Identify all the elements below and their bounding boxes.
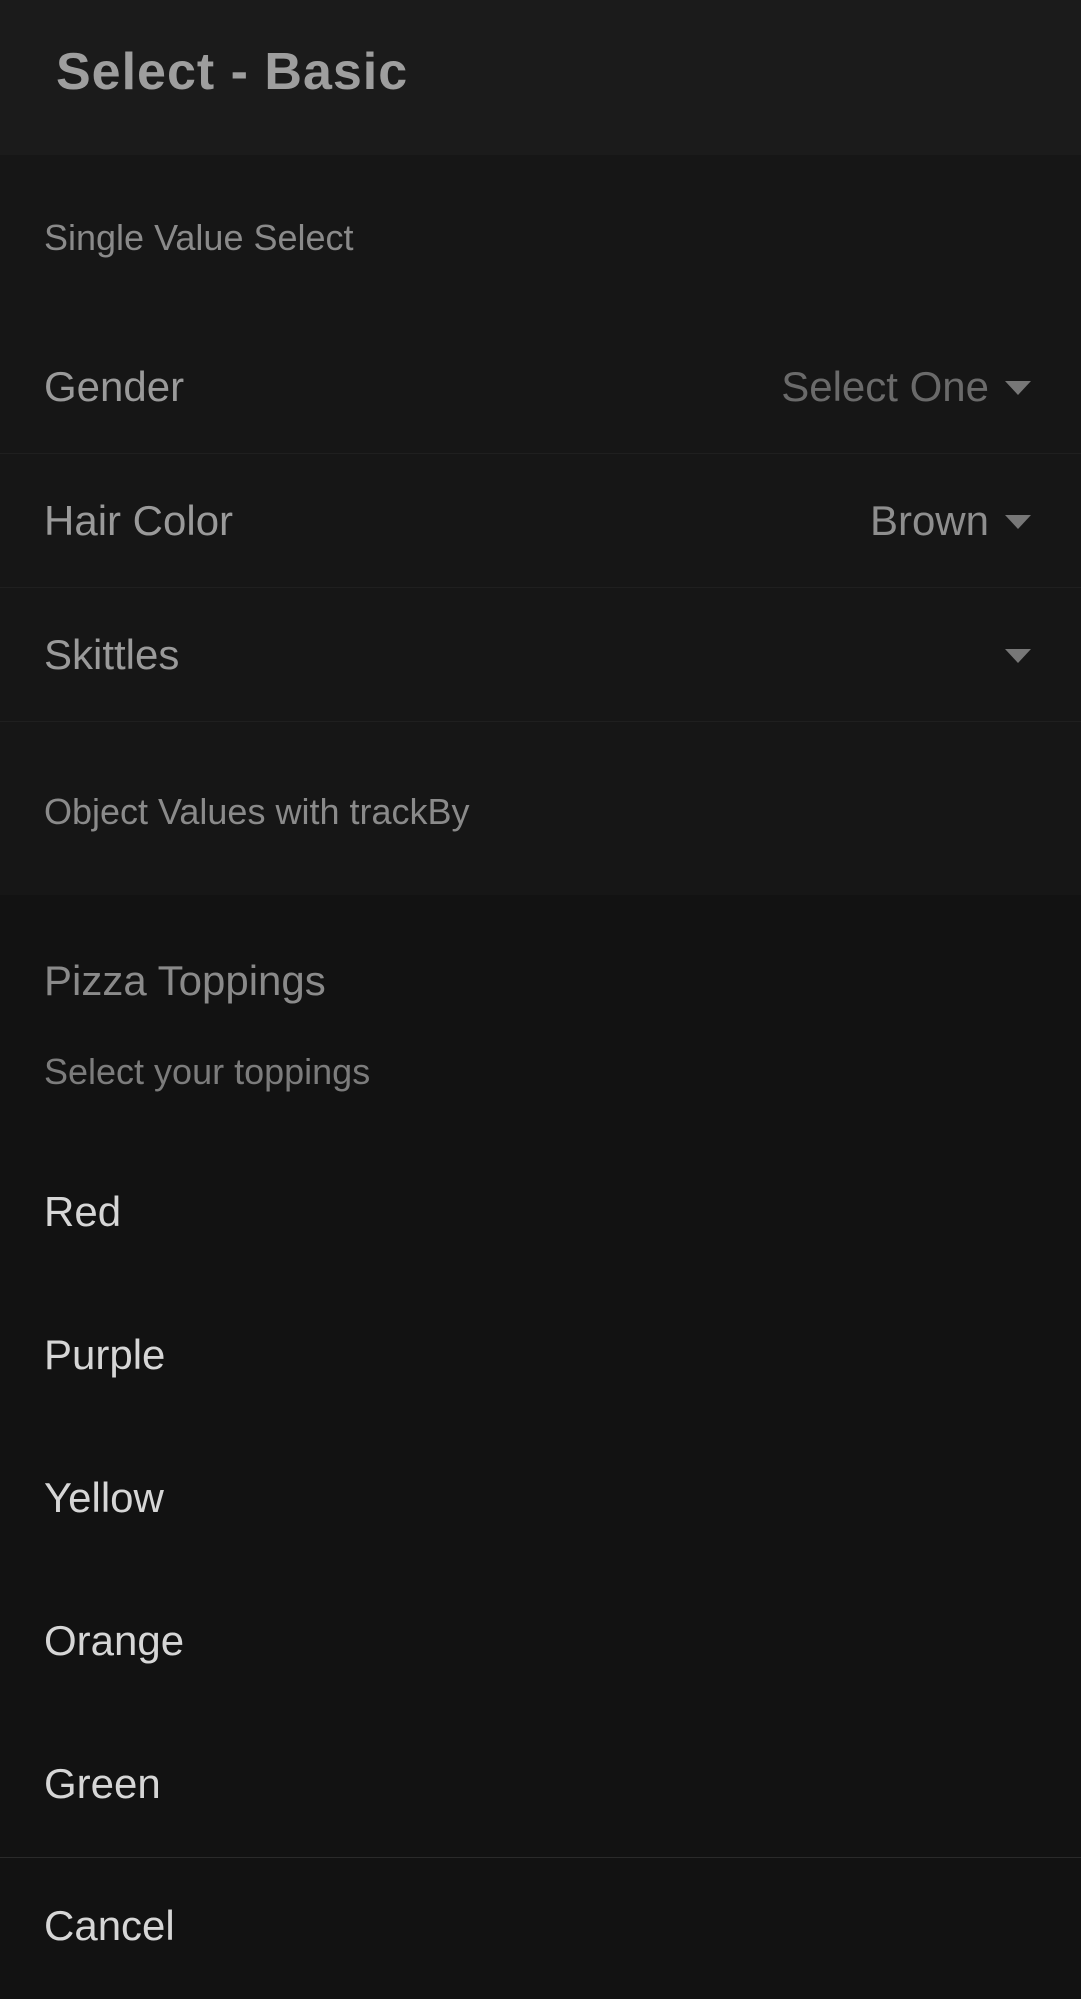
cancel-label: Cancel [44, 1902, 175, 1949]
action-sheet-option-green[interactable]: Green [0, 1712, 1081, 1855]
action-sheet-title: Pizza Toppings [44, 957, 326, 1004]
option-label: Yellow [44, 1474, 164, 1521]
select-item-skittles[interactable]: Skittles [0, 587, 1081, 722]
list-header-object-values: Object Values with trackBy [44, 791, 470, 832]
action-sheet-option-yellow[interactable]: Yellow [0, 1426, 1081, 1569]
item-label: Skittles [44, 631, 180, 678]
select-placeholder: Select One [781, 363, 989, 410]
action-sheet-option-orange[interactable]: Orange [0, 1569, 1081, 1712]
select-value: Brown [869, 497, 989, 544]
action-sheet-subtitle: Select your toppings [44, 1051, 371, 1092]
caret-down-icon [1005, 649, 1031, 663]
item-label: Gender [44, 363, 185, 410]
page-title: Select - Basic [56, 43, 409, 101]
action-sheet-option-purple[interactable]: Purple [0, 1283, 1081, 1426]
option-label: Orange [44, 1617, 185, 1664]
caret-down-icon [1005, 381, 1031, 395]
action-sheet: Pizza Toppings Select your toppings Red … [0, 895, 1081, 1999]
item-label: Hair Color [44, 497, 234, 544]
page: Select - Basic Single Value Select Gende… [0, 0, 1081, 1999]
content: Single Value Select Gender Select One Ha… [0, 155, 1081, 895]
caret-down-icon [1005, 515, 1031, 529]
select-item-hair-color[interactable]: Hair Color Brown [0, 453, 1081, 588]
cancel-button[interactable]: Cancel [0, 1857, 1081, 1999]
action-sheet-option-red[interactable]: Red [0, 1140, 1081, 1283]
option-label: Green [44, 1760, 161, 1807]
option-label: Purple [44, 1331, 166, 1378]
toolbar: Select - Basic [0, 0, 1081, 155]
option-label: Red [44, 1188, 122, 1235]
select-item-gender[interactable]: Gender Select One [0, 319, 1081, 454]
list-header-single-value: Single Value Select [44, 217, 354, 258]
